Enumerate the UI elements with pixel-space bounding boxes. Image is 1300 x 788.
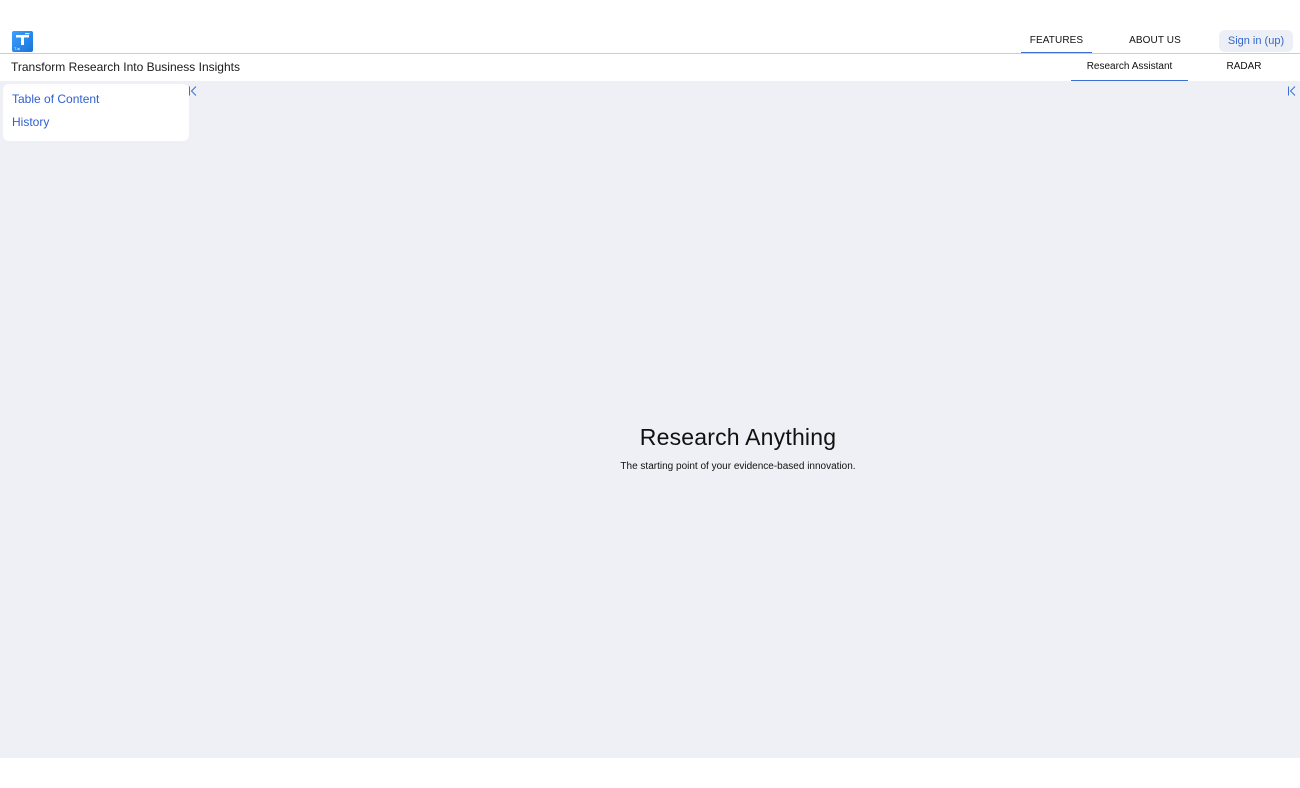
hero-title: Research Anything — [639, 424, 837, 450]
nav-tab-features[interactable]: FEATURES — [1021, 30, 1092, 53]
logo-text: T.ai — [14, 46, 21, 51]
tab-research-assistant[interactable]: Research Assistant — [1071, 54, 1188, 81]
hero-subtitle: The starting point of your evidence-base… — [620, 461, 856, 472]
sidebar-item-table-of-content[interactable]: Table of Content — [12, 92, 99, 106]
nav-tab-about-us[interactable]: ABOUT US — [1120, 30, 1190, 52]
sidebar-panel: Table of Content History — [3, 84, 189, 141]
main-content-area: Table of Content History Research Anythi… — [0, 81, 1300, 758]
top-navigation-bar: T.ai FEATURES ABOUT US Sign in (up) — [0, 0, 1300, 54]
sign-in-button[interactable]: Sign in (up) — [1219, 30, 1293, 52]
sidebar-item-history[interactable]: History — [12, 115, 49, 129]
app-logo-icon[interactable]: T.ai — [12, 31, 33, 52]
page-tagline: Transform Research Into Business Insight… — [11, 60, 240, 74]
logo-t-glyph-icon — [16, 33, 30, 45]
sub-navigation-bar: Transform Research Into Business Insight… — [0, 54, 1300, 81]
tab-radar[interactable]: RADAR — [1212, 54, 1276, 80]
footer-strip — [0, 758, 1300, 788]
collapse-right-panel-icon[interactable] — [1287, 84, 1297, 96]
collapse-sidebar-icon[interactable] — [188, 84, 198, 96]
